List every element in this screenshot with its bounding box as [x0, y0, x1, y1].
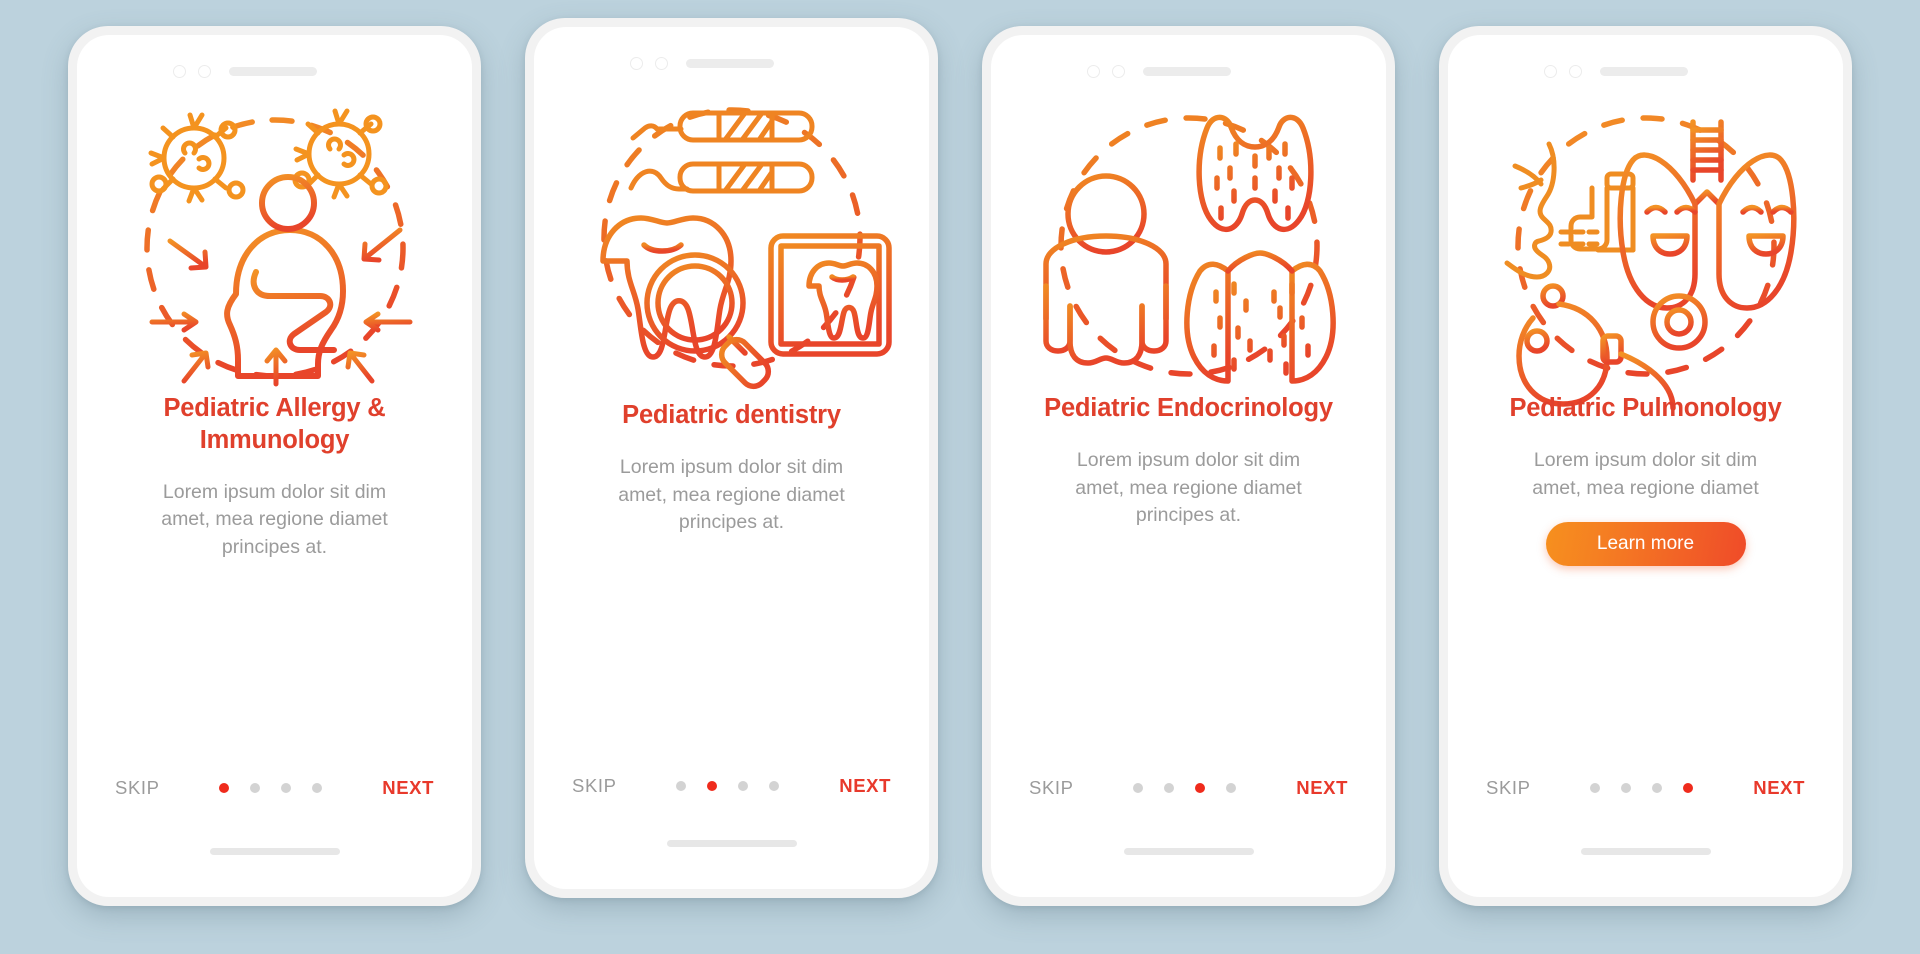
home-indicator — [1123, 848, 1254, 855]
camera-sensor-icon — [1544, 65, 1557, 78]
onboarding-screens-board: Pediatric Allergy & Immunology Lorem ips… — [0, 0, 1920, 954]
next-button[interactable]: NEXT — [1753, 777, 1805, 799]
screen-pediatric-dentistry: Pediatric dentistry Lorem ipsum dolor si… — [534, 27, 929, 889]
proximity-sensor-icon — [1569, 65, 1582, 78]
status-bar — [1448, 65, 1843, 78]
next-button[interactable]: NEXT — [839, 775, 891, 797]
page-title: Pediatric Endocrinology — [1044, 394, 1333, 422]
next-button[interactable]: NEXT — [382, 777, 434, 799]
page-dot-3[interactable] — [281, 783, 292, 793]
earpiece-speaker — [229, 67, 317, 76]
page-dot-2[interactable] — [250, 783, 261, 793]
page-dot-3[interactable] — [1652, 783, 1663, 793]
earpiece-speaker — [686, 59, 774, 68]
page-dot-1[interactable] — [1133, 783, 1144, 793]
page-indicator-dots — [1590, 783, 1694, 793]
pediatric-allergy-immunology-illustration — [110, 96, 440, 387]
phone-mockup-2: Pediatric dentistry Lorem ipsum dolor si… — [525, 18, 938, 898]
camera-sensor-icon — [173, 65, 186, 78]
onboarding-nav: SKIP NEXT — [534, 775, 929, 797]
skip-button[interactable]: SKIP — [1486, 777, 1531, 799]
onboarding-nav: SKIP NEXT — [991, 777, 1386, 799]
earpiece-speaker — [1600, 67, 1688, 76]
page-dot-4[interactable] — [312, 783, 323, 793]
page-dot-1[interactable] — [219, 783, 230, 793]
page-dot-3[interactable] — [738, 781, 749, 791]
page-description: Lorem ipsum dolor sit dim amet, mea regi… — [618, 455, 845, 534]
page-dot-3[interactable] — [1195, 783, 1206, 793]
camera-sensor-icon — [1087, 65, 1100, 78]
onboarding-nav: SKIP NEXT — [77, 777, 472, 799]
screen-pediatric-endocrinology: Pediatric Endocrinology Lorem ipsum dolo… — [991, 35, 1386, 897]
page-title: Pediatric Allergy & Immunology — [163, 394, 386, 454]
page-dot-4[interactable] — [1226, 783, 1237, 793]
next-button[interactable]: NEXT — [1296, 777, 1348, 799]
phone-mockup-4: Pediatric Pulmonology Lorem ipsum dolor … — [1439, 26, 1852, 906]
page-dot-2[interactable] — [1621, 783, 1632, 793]
page-title: Pediatric Pulmonology — [1509, 394, 1782, 422]
proximity-sensor-icon — [1112, 65, 1125, 78]
phone-mockup-3: Pediatric Endocrinology Lorem ipsum dolo… — [982, 26, 1395, 906]
page-description: Lorem ipsum dolor sit dim amet, mea regi… — [161, 480, 388, 559]
page-dot-2[interactable] — [1164, 783, 1175, 793]
pediatric-pulmonology-illustration — [1481, 96, 1811, 411]
home-indicator — [1580, 848, 1711, 855]
earpiece-speaker — [1143, 67, 1231, 76]
onboarding-nav: SKIP NEXT — [1448, 777, 1843, 799]
proximity-sensor-icon — [655, 57, 668, 70]
page-indicator-dots — [676, 781, 780, 791]
learn-more-button[interactable]: Learn more — [1545, 522, 1746, 567]
camera-sensor-icon — [630, 57, 643, 70]
skip-button[interactable]: SKIP — [572, 775, 617, 797]
page-indicator-dots — [1133, 783, 1237, 793]
page-indicator-dots — [219, 783, 323, 793]
page-description: Lorem ipsum dolor sit dim amet, mea regi… — [1075, 448, 1302, 527]
page-dot-1[interactable] — [1590, 783, 1601, 793]
page-dot-1[interactable] — [676, 781, 687, 791]
skip-button[interactable]: SKIP — [1029, 777, 1074, 799]
page-dot-2[interactable] — [707, 781, 718, 791]
page-dot-4[interactable] — [1683, 783, 1694, 793]
status-bar — [534, 57, 929, 70]
pediatric-endocrinology-illustration — [1024, 96, 1354, 384]
screen-pediatric-allergy-immunology: Pediatric Allergy & Immunology Lorem ips… — [77, 35, 472, 897]
page-title: Pediatric dentistry — [622, 401, 841, 429]
pediatric-dentistry-illustration — [567, 88, 897, 390]
status-bar — [991, 65, 1386, 78]
home-indicator — [666, 840, 797, 847]
status-bar — [77, 65, 472, 78]
skip-button[interactable]: SKIP — [115, 777, 160, 799]
page-description: Lorem ipsum dolor sit dim amet, mea regi… — [1532, 448, 1759, 499]
screen-pediatric-pulmonology: Pediatric Pulmonology Lorem ipsum dolor … — [1448, 35, 1843, 897]
proximity-sensor-icon — [198, 65, 211, 78]
home-indicator — [209, 848, 340, 855]
page-dot-4[interactable] — [769, 781, 780, 791]
phone-mockup-1: Pediatric Allergy & Immunology Lorem ips… — [68, 26, 481, 906]
